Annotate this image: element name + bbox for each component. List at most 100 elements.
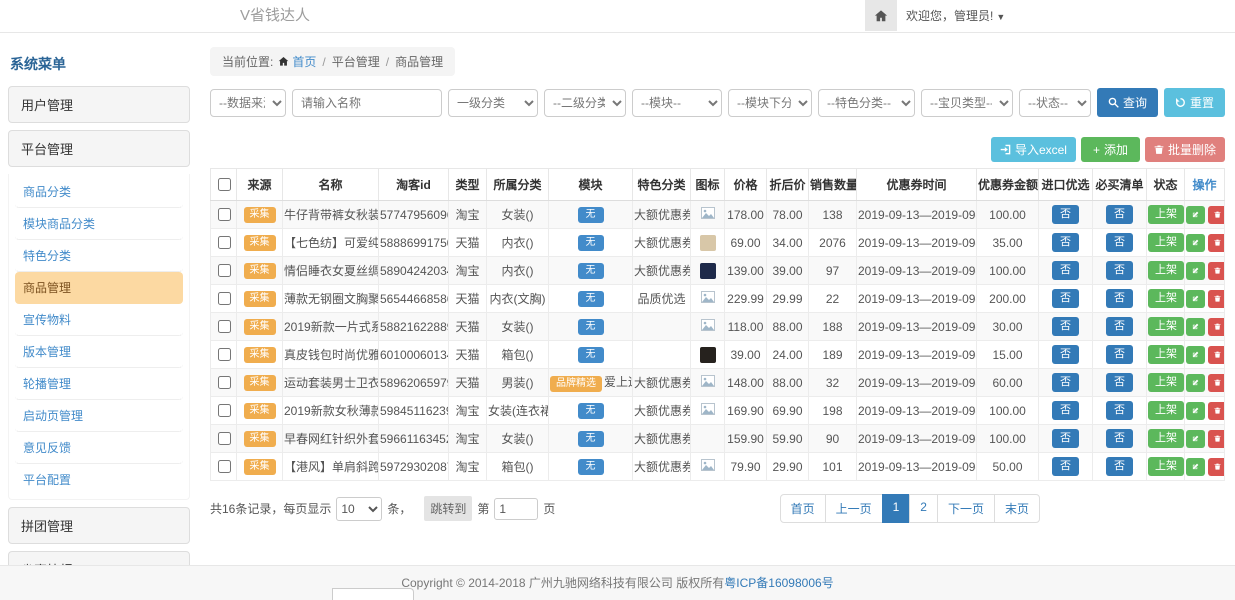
delete-button[interactable] — [1208, 262, 1225, 280]
sidebar-panel[interactable]: 平台管理 — [8, 130, 190, 167]
sidebar-item[interactable]: 启动页管理 — [15, 400, 183, 432]
row-checkbox[interactable] — [218, 264, 231, 277]
status-button[interactable]: 上架 — [1148, 373, 1184, 392]
page-button[interactable]: 下一页 — [937, 494, 995, 523]
must-buy-toggle[interactable]: 否 — [1106, 317, 1133, 336]
sidebar-panel[interactable]: 拼团管理 — [8, 507, 190, 544]
status-button[interactable]: 上架 — [1148, 233, 1184, 252]
sidebar-item[interactable]: 商品分类 — [15, 176, 183, 208]
status-button[interactable]: 上架 — [1148, 317, 1184, 336]
status-button[interactable]: 上架 — [1148, 457, 1184, 476]
delete-button[interactable] — [1208, 346, 1225, 364]
status-button[interactable]: 上架 — [1148, 345, 1184, 364]
edit-button[interactable] — [1186, 262, 1205, 280]
import-select-toggle[interactable]: 否 — [1052, 345, 1079, 364]
level2-category-select[interactable]: --二级分类-- — [544, 89, 626, 117]
sidebar-item[interactable]: 版本管理 — [15, 336, 183, 368]
status-select[interactable]: --状态-- — [1019, 89, 1091, 117]
delete-button[interactable] — [1208, 430, 1225, 448]
import-select-toggle[interactable]: 否 — [1052, 233, 1079, 252]
jump-button[interactable]: 跳转到 — [424, 496, 472, 521]
module-subcategory-select[interactable]: --模块下分类-- — [728, 89, 812, 117]
sidebar-item[interactable]: 商品管理 — [15, 272, 183, 304]
import-select-toggle[interactable]: 否 — [1052, 373, 1079, 392]
home-button[interactable] — [865, 0, 897, 31]
must-buy-toggle[interactable]: 否 — [1106, 373, 1133, 392]
page-button[interactable]: 2 — [909, 494, 938, 523]
row-checkbox[interactable] — [218, 404, 231, 417]
delete-button[interactable] — [1208, 374, 1225, 392]
sidebar-item[interactable]: 特色分类 — [15, 240, 183, 272]
row-checkbox[interactable] — [218, 292, 231, 305]
must-buy-toggle[interactable]: 否 — [1106, 233, 1133, 252]
select-all-checkbox[interactable] — [218, 178, 231, 191]
status-button[interactable]: 上架 — [1148, 289, 1184, 308]
icp-link[interactable]: 粤ICP备16098006号 — [724, 576, 833, 590]
page-button[interactable]: 上一页 — [825, 494, 883, 523]
edit-button[interactable] — [1186, 458, 1205, 476]
edit-button[interactable] — [1186, 374, 1205, 392]
edit-button[interactable] — [1186, 234, 1205, 252]
must-buy-toggle[interactable]: 否 — [1106, 261, 1133, 280]
must-buy-toggle[interactable]: 否 — [1106, 205, 1133, 224]
import-select-toggle[interactable]: 否 — [1052, 205, 1079, 224]
row-checkbox[interactable] — [218, 208, 231, 221]
import-select-toggle[interactable]: 否 — [1052, 429, 1079, 448]
sidebar-item[interactable]: 平台配置 — [15, 464, 183, 495]
sidebar-panel[interactable]: 用户管理 — [8, 86, 190, 123]
edit-button[interactable] — [1186, 346, 1205, 364]
reset-button[interactable]: 重置 — [1164, 88, 1225, 117]
sidebar-item[interactable]: 模块商品分类 — [15, 208, 183, 240]
edit-button[interactable] — [1186, 430, 1205, 448]
delete-button[interactable] — [1208, 458, 1225, 476]
sidebar-item[interactable]: 意见反馈 — [15, 432, 183, 464]
edit-button[interactable] — [1186, 290, 1205, 308]
row-checkbox[interactable] — [218, 432, 231, 445]
edit-button[interactable] — [1186, 402, 1205, 420]
must-buy-toggle[interactable]: 否 — [1106, 429, 1133, 448]
data-source-select[interactable]: --数据来源-- — [210, 89, 286, 117]
batch-delete-button[interactable]: 批量删除 — [1145, 137, 1225, 162]
page-size-select[interactable]: 10 — [336, 497, 382, 521]
delete-button[interactable] — [1208, 290, 1225, 308]
delete-button[interactable] — [1208, 234, 1225, 252]
row-checkbox[interactable] — [218, 376, 231, 389]
level1-category-select[interactable]: 一级分类 — [448, 89, 538, 117]
import-select-toggle[interactable]: 否 — [1052, 261, 1079, 280]
add-button[interactable]: + 添加 — [1081, 137, 1140, 162]
name-input[interactable] — [292, 89, 442, 117]
row-checkbox[interactable] — [218, 348, 231, 361]
breadcrumb-home-link[interactable]: 首页 — [292, 55, 316, 69]
row-checkbox[interactable] — [218, 236, 231, 249]
import-select-toggle[interactable]: 否 — [1052, 317, 1079, 336]
row-checkbox[interactable] — [218, 320, 231, 333]
sidebar-panel[interactable]: 省惠快报 — [8, 551, 190, 566]
feature-category-select[interactable]: --特色分类-- — [818, 89, 915, 117]
page-button[interactable]: 1 — [882, 494, 911, 523]
status-button[interactable]: 上架 — [1148, 205, 1184, 224]
sidebar-item[interactable]: 轮播管理 — [15, 368, 183, 400]
sidebar-item[interactable]: 宣传物料 — [15, 304, 183, 336]
delete-button[interactable] — [1208, 318, 1225, 336]
query-button[interactable]: 查询 — [1097, 88, 1158, 117]
page-button[interactable]: 首页 — [780, 494, 826, 523]
import-select-toggle[interactable]: 否 — [1052, 401, 1079, 420]
status-button[interactable]: 上架 — [1148, 261, 1184, 280]
row-checkbox[interactable] — [218, 460, 231, 473]
edit-button[interactable] — [1186, 206, 1205, 224]
import-select-toggle[interactable]: 否 — [1052, 289, 1079, 308]
must-buy-toggle[interactable]: 否 — [1106, 401, 1133, 420]
user-menu[interactable]: 欢迎您，管理员!▼ — [906, 0, 1005, 33]
edit-button[interactable] — [1186, 318, 1205, 336]
page-button[interactable]: 末页 — [994, 494, 1040, 523]
import-excel-button[interactable]: 导入excel — [991, 137, 1076, 162]
delete-button[interactable] — [1208, 402, 1225, 420]
status-button[interactable]: 上架 — [1148, 401, 1184, 420]
module-select[interactable]: --模块-- — [632, 89, 722, 117]
status-button[interactable]: 上架 — [1148, 429, 1184, 448]
page-number-input[interactable] — [494, 498, 538, 520]
must-buy-toggle[interactable]: 否 — [1106, 289, 1133, 308]
item-type-select[interactable]: --宝贝类型-- — [921, 89, 1013, 117]
delete-button[interactable] — [1208, 206, 1225, 224]
import-select-toggle[interactable]: 否 — [1052, 457, 1079, 476]
